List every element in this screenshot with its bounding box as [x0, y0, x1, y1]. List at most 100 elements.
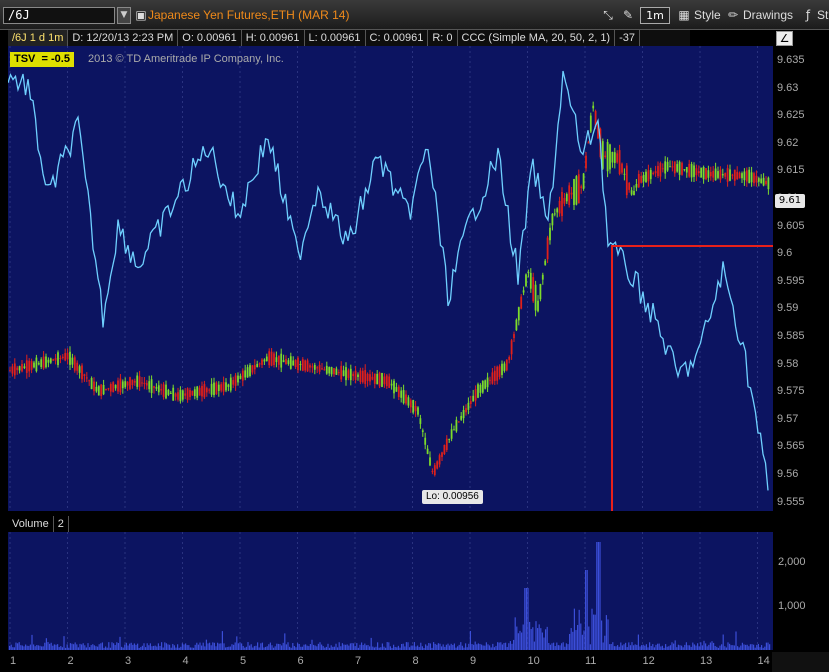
volume-bar	[165, 643, 167, 650]
volume-bar	[335, 643, 337, 650]
candle-body	[69, 351, 71, 365]
volume-bar	[650, 645, 652, 650]
volume-bar	[45, 638, 47, 650]
volume-bar	[292, 643, 294, 650]
volume-bar	[631, 642, 633, 650]
volume-bar	[636, 644, 638, 650]
volume-bar	[359, 644, 361, 650]
volume-label[interactable]: Volume	[8, 516, 54, 532]
volume-bar	[170, 647, 172, 650]
link-icon[interactable]: ▣	[133, 7, 149, 24]
volume-bar	[417, 645, 419, 650]
wrench-icon[interactable]: ✎	[620, 7, 636, 24]
volume-bar	[709, 642, 711, 650]
volume-bar	[193, 647, 195, 650]
volume-pane[interactable]	[8, 532, 773, 650]
drawings-button[interactable]: Drawings	[743, 6, 793, 25]
candle-body	[174, 393, 177, 397]
time-tick: 8	[412, 655, 419, 667]
volume-bar	[130, 642, 132, 650]
candle-body	[217, 384, 220, 391]
style-button[interactable]: Style	[694, 6, 721, 25]
volume-bar	[372, 646, 374, 650]
candle-body	[33, 362, 35, 368]
volume-bar	[397, 645, 399, 650]
candle-body	[222, 382, 225, 392]
volume-bar	[617, 645, 619, 650]
time-tick: 5	[240, 655, 247, 667]
candle-body	[23, 366, 26, 369]
volume-bar	[316, 646, 318, 650]
candle-body	[438, 455, 441, 465]
volume-bar	[28, 645, 30, 650]
volume-bar	[716, 646, 718, 650]
candle-body	[352, 373, 355, 377]
candle-body	[371, 376, 374, 380]
cursor-icon[interactable]: ⤡	[600, 7, 616, 24]
studies-button[interactable]: St	[817, 6, 828, 25]
volume-bar	[180, 646, 182, 650]
volume-bar	[314, 645, 316, 650]
volume-bar	[114, 645, 116, 650]
volume-bar	[285, 644, 287, 650]
candle-body	[736, 171, 739, 180]
candle-body	[225, 382, 227, 391]
study-label[interactable]: CCC (Simple MA, 20, 50, 2, 1)	[458, 30, 616, 46]
volume-bar	[242, 645, 244, 650]
candle-body	[11, 366, 14, 374]
volume-bar	[693, 644, 695, 650]
candle-body	[712, 170, 715, 178]
symbol-input[interactable]: /6J	[3, 7, 115, 24]
volume-bar	[385, 647, 387, 650]
volume-bar	[29, 644, 31, 650]
candle-body	[54, 358, 57, 361]
volume-bar	[380, 647, 382, 650]
volume-bar	[575, 630, 577, 650]
volume-bar	[9, 645, 11, 650]
volume-bar	[530, 629, 532, 650]
drawing-toggle-icon[interactable]: ∠	[776, 31, 793, 46]
candle-body	[721, 174, 724, 176]
volume-bar	[223, 643, 225, 650]
volume-header: Volume 2	[8, 516, 773, 532]
volume-bar	[61, 647, 63, 650]
volume-bar	[666, 646, 668, 650]
candle-body	[215, 382, 218, 395]
volume-bar	[297, 643, 299, 650]
volume-bar	[65, 647, 67, 650]
ccc-indicator-line	[7, 70, 769, 491]
candle-body	[589, 115, 592, 132]
candle-body	[385, 375, 388, 387]
volume-bar	[685, 642, 687, 650]
volume-bar	[759, 647, 761, 650]
candle-body	[474, 389, 477, 401]
candle-body	[647, 170, 650, 182]
aggregation-button[interactable]: 1m	[640, 7, 670, 24]
price-chart[interactable]	[7, 46, 824, 515]
candle-body	[498, 366, 501, 377]
candle-body	[484, 380, 487, 389]
candle-body	[198, 387, 201, 396]
price-tick: 9.57	[777, 412, 799, 425]
volume-bar	[569, 633, 571, 650]
chart-scrollbar[interactable]	[772, 652, 829, 672]
symbol-dropdown-button[interactable]: ▼	[117, 7, 131, 24]
candle-body	[76, 362, 79, 371]
volume-bar	[564, 646, 566, 650]
volume-bar	[377, 642, 379, 650]
candle-body	[210, 383, 213, 395]
volume-bar	[444, 646, 446, 650]
volume-bar	[669, 645, 671, 650]
symbol-period-label[interactable]: /6J 1 d 1m	[8, 30, 69, 46]
volume-bar	[437, 643, 439, 650]
volume-bar	[20, 645, 22, 650]
volume-bar	[551, 643, 553, 650]
volume-bar	[498, 642, 500, 650]
time-tick: 3	[125, 655, 132, 667]
volume-bar	[428, 642, 430, 650]
candle-body	[465, 408, 467, 413]
volume-bar	[745, 644, 747, 650]
volume-bar	[524, 588, 526, 650]
volume-bar	[153, 645, 155, 650]
candle-body	[551, 213, 554, 226]
